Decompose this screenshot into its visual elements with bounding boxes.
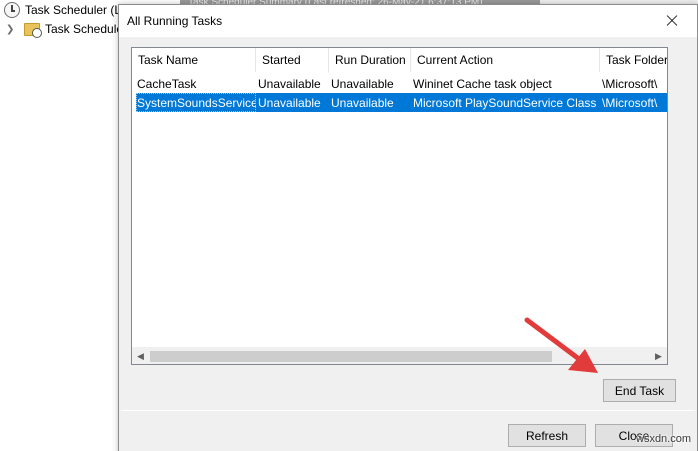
divider: [121, 410, 695, 411]
cell-task-folder: \Microsoft\: [602, 76, 658, 91]
column-header-run-duration[interactable]: Run Duration: [329, 48, 411, 72]
tree-item-label: Task Scheduler Library: [45, 22, 118, 36]
column-header-current-action[interactable]: Current Action: [411, 48, 600, 72]
tree-item-label: Task Scheduler (Local): [25, 3, 118, 17]
table-row-selected[interactable]: SystemSoundsService Unavailable Unavaila…: [136, 93, 667, 112]
cell-task-name: SystemSoundsService: [136, 93, 256, 112]
column-header-started[interactable]: Started: [256, 48, 329, 72]
cell-started: Unavailable: [258, 95, 321, 110]
dialog-titlebar[interactable]: All Running Tasks: [119, 5, 697, 37]
tree-item-task-scheduler-library[interactable]: ❯ Task Scheduler Library: [0, 19, 118, 39]
console-tree: Task Scheduler (Local) ❯ Task Scheduler …: [0, 0, 118, 451]
end-task-button[interactable]: End Task: [603, 379, 676, 402]
list-header: Task Name Started Run Duration Current A…: [132, 48, 667, 72]
column-header-task-folder[interactable]: Task Folder: [600, 48, 667, 72]
scrollbar-thumb[interactable]: [150, 351, 552, 362]
table-row[interactable]: CacheTask Unavailable Unavailable Winine…: [136, 74, 667, 93]
refresh-button[interactable]: Refresh: [508, 424, 586, 447]
folder-clock-icon: [24, 22, 42, 38]
cell-task-folder: \Microsoft\: [602, 95, 658, 110]
cell-run-duration: Unavailable: [331, 76, 394, 91]
close-icon[interactable]: [649, 5, 695, 37]
clock-icon: [4, 2, 20, 18]
tree-item-task-scheduler-local[interactable]: Task Scheduler (Local): [0, 0, 118, 20]
scroll-right-icon[interactable]: ▶: [650, 348, 667, 364]
cell-task-name: CacheTask: [137, 76, 197, 91]
cell-started: Unavailable: [258, 76, 321, 91]
scroll-left-icon[interactable]: ◀: [132, 348, 149, 364]
cell-current-action: Microsoft PlaySoundService Class: [413, 95, 597, 110]
all-running-tasks-dialog: All Running Tasks Task Name Started Run …: [118, 4, 698, 451]
column-header-task-name[interactable]: Task Name: [132, 48, 256, 72]
dialog-title: All Running Tasks: [127, 14, 223, 28]
cell-run-duration: Unavailable: [331, 95, 394, 110]
chevron-right-icon[interactable]: ❯: [6, 24, 18, 35]
cell-current-action: Wininet Cache task object: [413, 76, 552, 91]
horizontal-scrollbar[interactable]: ◀ ▶: [132, 347, 667, 364]
watermark: wsxdn.com: [636, 433, 692, 445]
running-tasks-list[interactable]: Task Name Started Run Duration Current A…: [131, 47, 668, 365]
